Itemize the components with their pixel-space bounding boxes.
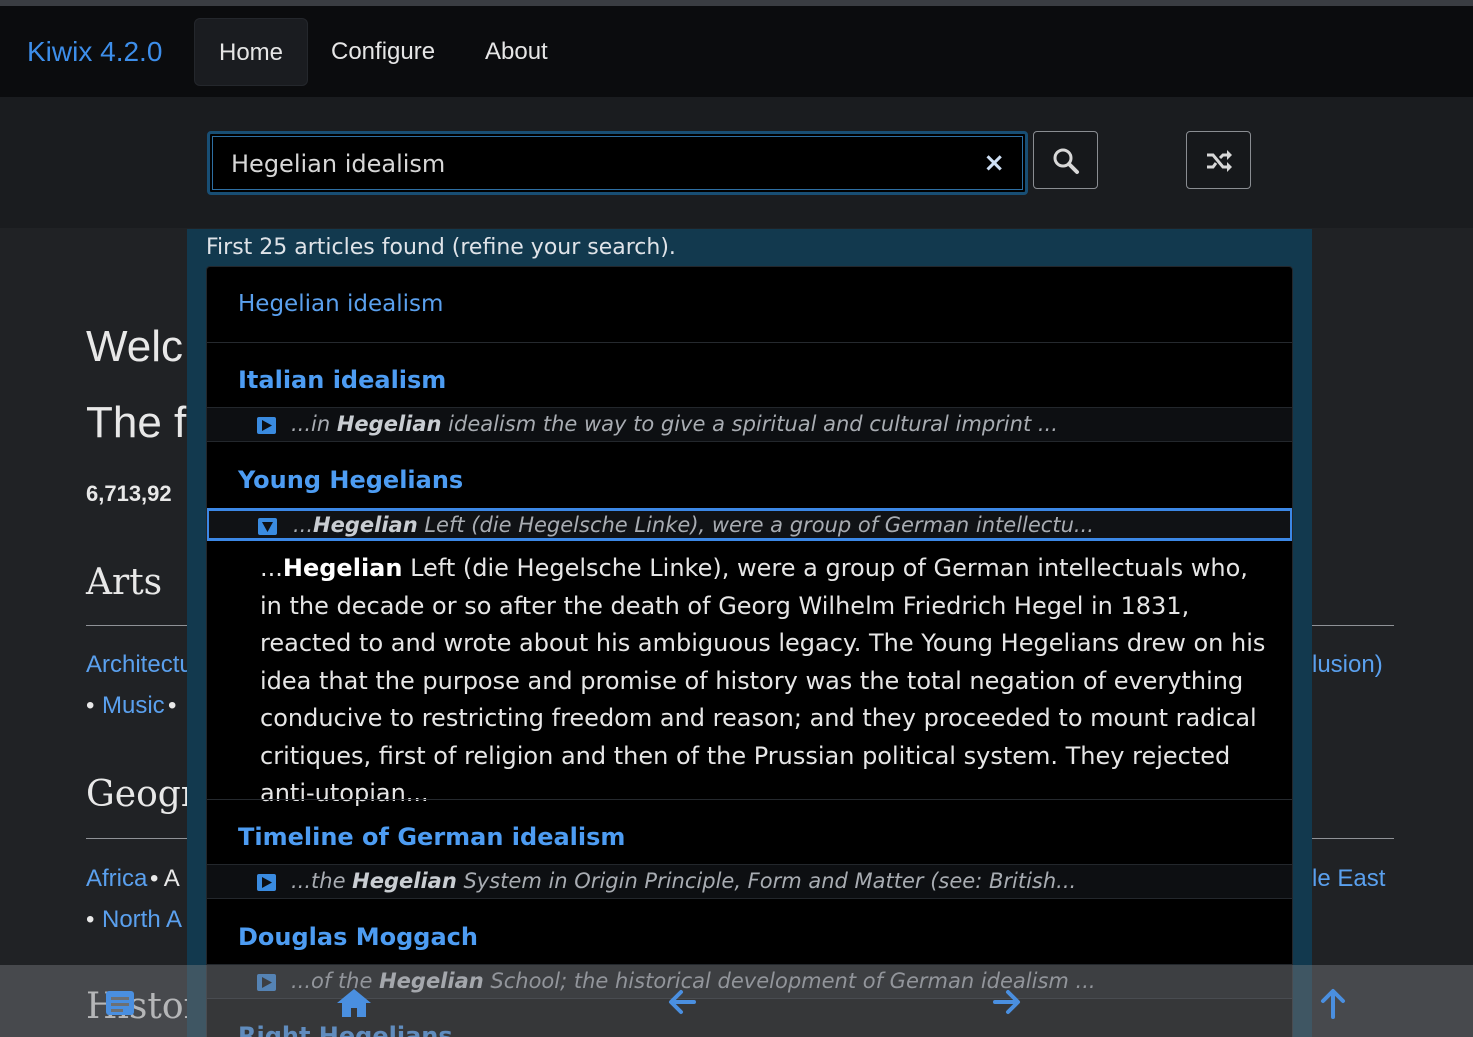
link-asia-partial[interactable]: • A (150, 865, 180, 893)
link-architecture[interactable]: Architectu (86, 651, 193, 679)
result-exact-title[interactable]: Hegelian idealism (238, 291, 443, 317)
bottom-toolbar (0, 965, 1473, 1037)
link-africa[interactable]: Africa (86, 865, 147, 893)
search-results-overlay: First 25 articles found (refine your sea… (187, 229, 1312, 1037)
bullet: • (86, 692, 95, 719)
result-snippet-selected[interactable]: ...Hegelian Left (die Hegelsche Linke), … (207, 508, 1292, 541)
bullet: • (86, 906, 95, 933)
snippet-text: ...the Hegelian System in Origin Princip… (291, 869, 1077, 893)
home-icon[interactable] (335, 987, 373, 1023)
collapse-snippet-icon[interactable] (258, 518, 277, 535)
scroll-up-icon[interactable] (1318, 987, 1348, 1023)
link-north-america[interactable]: North A (102, 906, 182, 934)
welcome-subtitle: The f (86, 398, 187, 447)
search-icon (1053, 148, 1079, 174)
welcome-heading: Welc (86, 322, 183, 371)
expanded-snippet: ...Hegelian Left (die Hegelsche Linke), … (260, 554, 1266, 807)
result-title[interactable]: Italian idealism (238, 366, 446, 394)
link-music[interactable]: Music (102, 692, 165, 720)
section-heading-geography: Geogr (86, 774, 198, 815)
forward-arrow-icon[interactable] (992, 987, 1022, 1021)
result-title[interactable]: Douglas Moggach (238, 923, 478, 951)
search-input[interactable] (231, 150, 931, 178)
snippet-text: ...Hegelian Left (die Hegelsche Linke), … (293, 513, 1094, 537)
section-heading-arts: Arts (86, 562, 163, 603)
results-list[interactable]: Hegelian idealism Italian idealism ...in… (206, 266, 1293, 1037)
nav-home[interactable]: Home (194, 18, 309, 86)
search-box[interactable]: × (207, 131, 1028, 195)
result-title[interactable]: Young Hegelians (238, 466, 463, 494)
result-snippet[interactable]: ...the Hegelian System in Origin Princip… (207, 864, 1292, 899)
navbar: Kiwix 4.2.0 Home Configure About (0, 6, 1473, 97)
nav-about[interactable]: About (461, 18, 572, 86)
clear-search-icon[interactable]: × (983, 148, 1005, 178)
expand-snippet-icon[interactable] (257, 874, 276, 891)
results-status: First 25 articles found (refine your sea… (206, 235, 676, 260)
link-illusion[interactable]: lusion) (1312, 651, 1383, 679)
result-divider (207, 799, 1292, 800)
snippet-text: ...in Hegelian idealism the way to give … (291, 412, 1058, 436)
result-title[interactable]: Timeline of German idealism (238, 823, 625, 851)
result-snippet[interactable]: ...in Hegelian idealism the way to give … (207, 407, 1292, 442)
search-button[interactable] (1033, 131, 1098, 189)
expand-snippet-icon[interactable] (257, 417, 276, 434)
brand-link[interactable]: Kiwix 4.2.0 (27, 36, 162, 68)
bullet: • (168, 692, 177, 719)
shuffle-icon (1207, 150, 1232, 172)
result-divider (207, 342, 1292, 343)
random-article-button[interactable] (1186, 131, 1251, 189)
link-middle-east[interactable]: le East (1312, 865, 1385, 893)
back-arrow-icon[interactable] (667, 987, 697, 1021)
table-of-contents-icon[interactable] (105, 990, 135, 1020)
nav-configure[interactable]: Configure (307, 18, 459, 86)
article-count: 6,713,92 (86, 481, 172, 506)
